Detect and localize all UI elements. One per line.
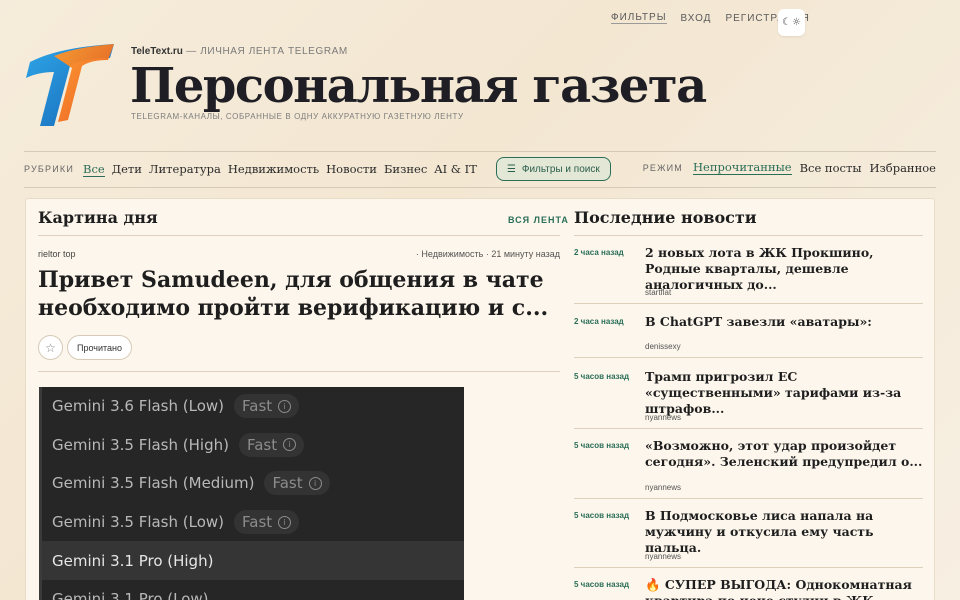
model-row: Gemini 3.5 Flash (Medium) Fast i [42, 464, 464, 503]
divider [574, 567, 923, 568]
divider [24, 187, 936, 188]
model-name: Gemini 3.1 Pro (High) [52, 551, 214, 570]
moon-icon: ☾ [782, 17, 791, 28]
mode-all-posts[interactable]: Все посты [800, 161, 862, 175]
news-title[interactable]: 🔥 СУПЕР ВЫГОДА: Однокомнатная квартира п… [645, 577, 925, 600]
divider [24, 151, 936, 152]
news-time: 5 часов назад [574, 580, 630, 589]
featured-section-title: Картина дня [38, 208, 158, 227]
divider [38, 371, 560, 372]
rubrics-label: Рубрики [24, 164, 75, 174]
fast-badge: Fast i [238, 432, 305, 457]
rubric-business[interactable]: Бизнес [384, 162, 427, 176]
news-time: 2 часа назад [574, 248, 624, 257]
divider [574, 303, 923, 304]
nav-filters-link[interactable]: Фильтры [611, 12, 667, 24]
news-source[interactable]: nyannews [645, 413, 681, 422]
mark-read-button[interactable]: Прочитано [67, 335, 132, 360]
info-icon: i [278, 399, 292, 413]
filter-lines-icon: ☰ [506, 163, 516, 175]
rubrics-bar: Рубрики Все Дети Литература Недвижимость… [24, 157, 611, 181]
news-title[interactable]: 2 новых лота в ЖК Прокшино, Родные кварт… [645, 245, 925, 293]
info-icon: i [308, 476, 322, 490]
model-row: Gemini 3.6 Flash (Low) Fast i [42, 387, 464, 426]
mode-unread[interactable]: Непрочитанные [693, 160, 792, 175]
divider [574, 498, 923, 499]
filters-search-button[interactable]: ☰ Фильтры и поиск [495, 157, 611, 181]
featured-image[interactable]: Gemini 3.6 Flash (Low) Fast i Gemini 3.5 … [39, 387, 464, 600]
rubric-ai-it[interactable]: AI & IT [434, 162, 477, 176]
rubric-news[interactable]: Новости [326, 162, 377, 176]
latest-section-title: Последние новости [574, 208, 757, 227]
divider [574, 428, 923, 429]
fast-badge: Fast i [234, 394, 300, 419]
model-name: Gemini 3.5 Flash (High) [52, 435, 229, 454]
mode-favorites[interactable]: Избранное [869, 161, 936, 175]
info-icon: i [283, 438, 297, 452]
divider [38, 235, 560, 236]
mode-bar: Режим Непрочитанные Все посты Избранное [643, 160, 936, 175]
theme-toggle[interactable]: ☾ ☼ [778, 9, 805, 36]
model-name: Gemini 3.1 Pro (Low) [52, 590, 209, 600]
page-subtitle: TELEGRAM-КАНАЛЫ, СОБРАННЫЕ В ОДНУ АККУРА… [131, 112, 464, 121]
teletext-logo[interactable] [24, 42, 116, 128]
news-title[interactable]: В Подмосковье лиса напала на мужчину и о… [645, 508, 925, 556]
fast-badge: Fast i [234, 510, 300, 535]
news-title[interactable]: Трамп пригрозил ЕС «существенными» тариф… [645, 369, 925, 417]
news-title[interactable]: В ChatGPT завезли «аватары»: [645, 314, 925, 330]
divider [574, 357, 923, 358]
model-row: Gemini 3.5 Flash (Low) Fast i [42, 503, 464, 542]
news-time: 5 часов назад [574, 372, 630, 381]
model-name: Gemini 3.5 Flash (Low) [52, 513, 225, 532]
rubric-realestate[interactable]: Недвижимость [228, 162, 319, 176]
site-name: TeleText.ru [131, 46, 183, 57]
sun-icon: ☼ [792, 17, 801, 28]
fast-badge: Fast i [264, 471, 330, 496]
divider [574, 235, 923, 236]
all-feed-link[interactable]: Вся лента [508, 215, 569, 225]
mode-label: Режим [642, 162, 684, 173]
model-row-selected: Gemini 3.1 Pro (High) [42, 541, 464, 580]
news-source[interactable]: startflat [645, 288, 671, 297]
news-source[interactable]: denissexy [645, 342, 681, 351]
page-title: Персональная газета [130, 58, 707, 114]
rubric-literature[interactable]: Литература [149, 162, 221, 176]
rubric-all[interactable]: Все [83, 162, 105, 177]
star-icon: ☆ [45, 340, 56, 355]
site-tagline: TeleText.ru — ЛИЧНАЯ ЛЕНТА TELEGRAM [131, 46, 348, 57]
news-time: 2 часа назад [574, 317, 624, 326]
model-row: Gemini 3.5 Flash (High) Fast i [42, 426, 464, 465]
filters-search-label: Фильтры и поиск [521, 163, 600, 175]
favorite-button[interactable]: ☆ [38, 335, 63, 360]
featured-source[interactable]: rieltor top [38, 249, 76, 259]
model-name: Gemini 3.6 Flash (Low) [52, 397, 225, 416]
model-row: Gemini 3.1 Pro (Low) [42, 580, 464, 600]
info-icon: i [278, 515, 292, 529]
news-time: 5 часов назад [574, 511, 630, 520]
news-source[interactable]: nyannews [645, 483, 681, 492]
news-title[interactable]: «Возможно, этот удар произойдет сегодня»… [645, 438, 925, 470]
rubric-kids[interactable]: Дети [112, 162, 142, 176]
news-time: 5 часов назад [574, 441, 630, 450]
tagline-text: — ЛИЧНАЯ ЛЕНТА TELEGRAM [186, 46, 348, 57]
featured-meta: · Недвижимость · 21 минуту назад [415, 249, 560, 259]
model-name: Gemini 3.5 Flash (Medium) [52, 474, 255, 493]
nav-login-link[interactable]: Вход [681, 13, 712, 24]
featured-headline[interactable]: Привет Samudeen, для общения в чате необ… [38, 266, 568, 322]
news-source[interactable]: nyannews [645, 552, 681, 561]
